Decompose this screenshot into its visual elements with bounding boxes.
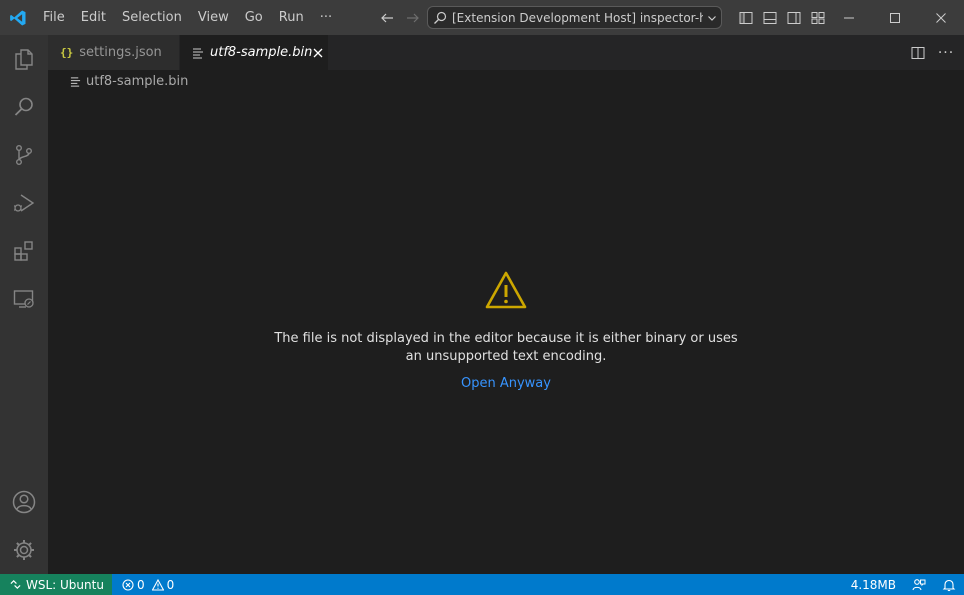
title-bar: File Edit Selection View Go Run ··· [Ext… [0,0,964,35]
menu-run[interactable]: Run [271,0,312,35]
remote-icon [10,579,21,590]
account-icon[interactable] [0,478,48,526]
editor-area: The file is not displayed in the editor … [48,92,964,574]
file-lines-icon [70,76,81,87]
command-center-label: [Extension Development Host] inspector-h… [452,10,703,25]
feedback-icon[interactable] [904,574,934,595]
open-anyway-link[interactable]: Open Anyway [461,376,551,391]
tab-label: settings.json [79,45,162,60]
binary-file-placeholder: The file is not displayed in the editor … [48,270,964,391]
remote-indicator[interactable]: WSL: Ubuntu [0,574,112,595]
remote-label: WSL: Ubuntu [26,577,104,592]
status-bar: WSL: Ubuntu 0 0 4.18MB [0,574,964,595]
toggle-secondary-sidebar-icon[interactable] [784,8,804,28]
error-count: 0 [136,577,145,592]
command-center[interactable]: [Extension Development Host] inspector-h… [427,6,722,29]
chevron-down-icon[interactable] [703,12,721,24]
notifications-bell-icon[interactable] [934,574,964,595]
extensions-icon[interactable] [0,227,48,275]
source-control-icon[interactable] [0,131,48,179]
message-line-2: an unsupported text encoding. [405,349,607,364]
explorer-icon[interactable] [0,35,48,83]
warning-count: 0 [166,577,175,592]
run-debug-icon[interactable] [0,179,48,227]
placeholder-message: The file is not displayed in the editor … [48,330,964,366]
toggle-panel-icon[interactable] [760,8,780,28]
breadcrumb: utf8-sample.bin [48,70,964,92]
tab-utf8-sample-bin[interactable]: utf8-sample.bin [180,35,328,70]
file-lines-icon [192,47,204,59]
menu-file[interactable]: File [35,0,73,35]
layout-controls [736,0,828,35]
menu-go[interactable]: Go [237,0,271,35]
breadcrumb-file[interactable]: utf8-sample.bin [86,74,188,89]
menu-bar: File Edit Selection View Go Run ··· [35,0,340,35]
more-actions-icon[interactable]: ··· [936,43,956,63]
problems-indicator[interactable]: 0 0 [122,578,174,592]
error-icon [122,578,134,591]
customize-layout-icon[interactable] [808,8,828,28]
remote-explorer-icon[interactable] [0,275,48,323]
tab-label: utf8-sample.bin [210,45,313,60]
split-editor-icon[interactable] [908,43,928,63]
message-line-1: The file is not displayed in the editor … [274,331,738,346]
minimize-icon[interactable] [826,0,872,35]
forward-arrow-icon[interactable] [402,7,424,29]
navigation-controls [376,0,424,35]
editor-tab-bar: {} settings.json utf8-sample.bin ··· [48,35,964,70]
memory-usage[interactable]: 4.18MB [843,574,904,595]
back-arrow-icon[interactable] [376,7,398,29]
search-icon[interactable] [0,83,48,131]
vscode-logo-icon [0,0,35,35]
menu-more[interactable]: ··· [312,0,340,35]
window-controls [826,0,964,35]
menu-selection[interactable]: Selection [114,0,190,35]
editor-actions: ··· [908,35,956,70]
tab-settings-json[interactable]: {} settings.json [48,35,180,70]
status-bar-right: 4.18MB [843,574,964,595]
warning-icon [48,270,964,310]
menu-edit[interactable]: Edit [73,0,114,35]
maximize-icon[interactable] [872,0,918,35]
search-icon [432,10,448,26]
activity-bar [0,35,48,574]
menu-view[interactable]: View [190,0,237,35]
close-window-icon[interactable] [918,0,964,35]
toggle-primary-sidebar-icon[interactable] [736,8,756,28]
warning-icon [151,578,164,591]
close-icon[interactable] [312,43,324,63]
manage-gear-icon[interactable] [0,526,48,574]
json-braces-icon: {} [60,46,74,59]
